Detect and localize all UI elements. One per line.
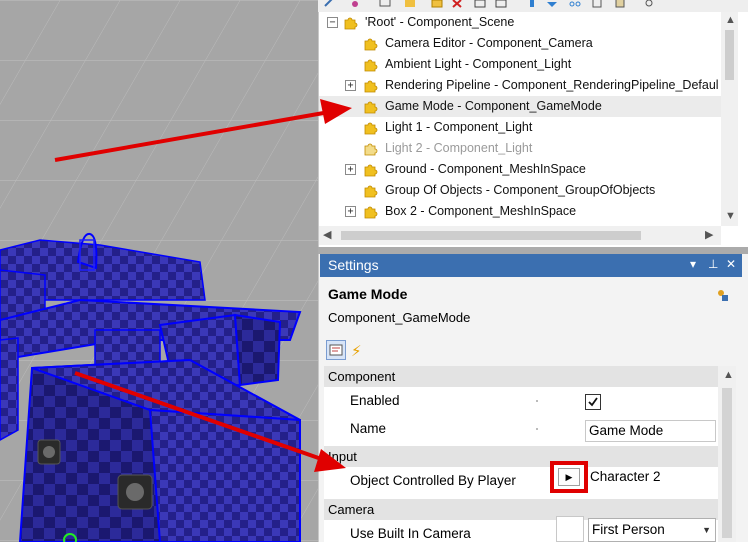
component-puzzle-icon	[364, 59, 378, 72]
tree-item[interactable]: Group Of Objects - Component_GroupOfObje…	[319, 180, 721, 201]
tree-item[interactable]: + Box 2 - Component_MeshInSpace	[319, 201, 721, 222]
edit-object-icon[interactable]	[715, 287, 731, 303]
tree-item[interactable]: Light 2 - Component_Light	[319, 138, 721, 159]
tree-item[interactable]: Light 1 - Component_Light	[319, 117, 721, 138]
tree-item-label: Camera Editor - Component_Camera	[385, 36, 593, 50]
tree-item[interactable]: + Rendering Pipeline - Component_Renderin…	[319, 75, 721, 96]
component-puzzle-icon	[364, 185, 378, 198]
prop-row-enabled: Enabled	[324, 387, 718, 415]
pin-tool-icon[interactable]	[348, 0, 362, 8]
name-field[interactable]: Game Mode	[585, 420, 716, 442]
events-tab-icon[interactable]: ⚡	[351, 342, 362, 360]
main-toolbar	[318, 0, 748, 12]
property-grid-scrollbar[interactable]: ▲	[718, 366, 736, 542]
collapse-icon[interactable]: −	[327, 17, 338, 28]
tree-item-label: Box 2 - Component_MeshInSpace	[385, 204, 577, 218]
enabled-label: Enabled	[350, 393, 400, 408]
camera-mode-select[interactable]: First Person ▼	[588, 518, 716, 542]
properties-tab-icon[interactable]	[326, 340, 346, 360]
component-puzzle-icon	[364, 206, 378, 219]
component-puzzle-icon	[364, 101, 378, 114]
row-separator-dot	[536, 428, 538, 430]
component-puzzle-icon	[364, 164, 378, 177]
expand-icon[interactable]: +	[345, 80, 356, 91]
checkmark-icon	[588, 397, 598, 407]
scroll-left-icon[interactable]: ◀	[323, 230, 331, 241]
scroll-up-icon[interactable]: ▲	[725, 15, 736, 26]
expand-icon[interactable]: +	[345, 206, 356, 217]
dropdown-icon[interactable]: ▾	[690, 257, 696, 271]
tree-horizontal-scroll-thumb[interactable]	[341, 231, 641, 240]
settings-title: Settings	[328, 257, 379, 273]
new-scene-icon[interactable]	[430, 0, 444, 8]
settings-panel: Settings ▾ ⊥ ✕ Game Mode Component_GameM…	[318, 254, 748, 542]
object-picker-button[interactable]: ▶	[550, 461, 588, 493]
move-tool-icon[interactable]	[323, 0, 337, 8]
play-arrow-icon: ▶	[558, 468, 580, 486]
object-controlled-by-player-label: Object Controlled By Player	[350, 473, 516, 488]
component-puzzle-icon	[344, 17, 358, 30]
property-grid: Component Enabled Name Game Mode Input O…	[324, 366, 718, 542]
tree-item-label: Group Of Objects - Component_GroupOfObje…	[385, 183, 656, 197]
tree-vertical-scroll-thumb[interactable]	[725, 30, 734, 80]
category-component[interactable]: Component	[324, 366, 718, 387]
copy-icon[interactable]	[590, 0, 604, 8]
close-icon[interactable]: ✕	[726, 257, 736, 271]
tree-item-label: Ground - Component_MeshInSpace	[385, 162, 586, 176]
scene-viewport[interactable]	[0, 0, 318, 542]
scene-render	[0, 0, 318, 542]
row-separator-dot	[536, 400, 538, 402]
tree-vertical-scrollbar[interactable]: ▲ ▼	[721, 12, 738, 226]
move-down-icon[interactable]	[545, 0, 559, 8]
delete-icon[interactable]	[450, 0, 464, 8]
object-controlled-by-player-value: Character 2	[590, 469, 661, 484]
scroll-down-icon[interactable]: ▼	[725, 211, 736, 222]
expand-icon[interactable]: +	[345, 164, 356, 175]
enabled-checkbox[interactable]	[585, 394, 601, 410]
name-label: Name	[350, 421, 387, 436]
search-icon[interactable]	[643, 0, 657, 8]
add-component-icon[interactable]	[403, 0, 417, 8]
paste-icon[interactable]	[613, 0, 627, 8]
scroll-right-icon[interactable]: ▶	[705, 230, 713, 241]
new-item-icon[interactable]	[378, 0, 392, 8]
property-grid-scroll-thumb[interactable]	[722, 388, 732, 538]
tree-item-label: Game Mode - Component_GameMode	[385, 99, 602, 113]
tree-item-label: Rendering Pipeline - Component_Rendering…	[385, 78, 719, 92]
camera-option-swatch[interactable]	[556, 516, 584, 542]
tree-item[interactable]: + Ground - Component_MeshInSpace	[319, 159, 721, 180]
cut-icon[interactable]	[568, 0, 582, 8]
component-puzzle-icon	[364, 38, 378, 51]
category-input[interactable]: Input	[324, 446, 718, 467]
component-puzzle-icon	[364, 143, 378, 156]
tree-item-label: Light 2 - Component_Light	[385, 141, 533, 155]
object-type: Component_GameMode	[328, 310, 471, 325]
move-up-icon[interactable]	[525, 0, 539, 8]
tree-item-label: Light 1 - Component_Light	[385, 120, 533, 134]
category-camera[interactable]: Camera	[324, 499, 718, 520]
tree-item-label: 'Root' - Component_Scene	[365, 15, 515, 29]
component-puzzle-icon	[364, 80, 378, 93]
clone-icon[interactable]	[494, 0, 508, 8]
tree-horizontal-scrollbar[interactable]: ◀ ▶	[319, 226, 721, 245]
pin-icon[interactable]: ⊥	[708, 257, 718, 271]
tree-item-label: Ambient Light - Component_Light	[385, 57, 572, 71]
component-puzzle-icon	[364, 122, 378, 135]
camera-mode-value: First Person	[592, 522, 665, 537]
rename-icon[interactable]	[473, 0, 487, 8]
tree-item[interactable]: − 'Root' - Component_Scene	[319, 12, 721, 33]
object-tree: − 'Root' - Component_Scene Camera Editor -…	[318, 12, 748, 247]
tree-item[interactable]: Ambient Light - Component_Light	[319, 54, 721, 75]
settings-header: Settings ▾ ⊥ ✕	[320, 254, 742, 277]
tree-item[interactable]: Game Mode - Component_GameMode	[319, 96, 721, 117]
use-built-in-camera-label: Use Built In Camera	[350, 526, 471, 541]
object-name: Game Mode	[328, 286, 408, 302]
chevron-down-icon: ▼	[702, 525, 711, 535]
scroll-up-icon[interactable]: ▲	[723, 370, 734, 381]
tree-item[interactable]: Camera Editor - Component_Camera	[319, 33, 721, 54]
